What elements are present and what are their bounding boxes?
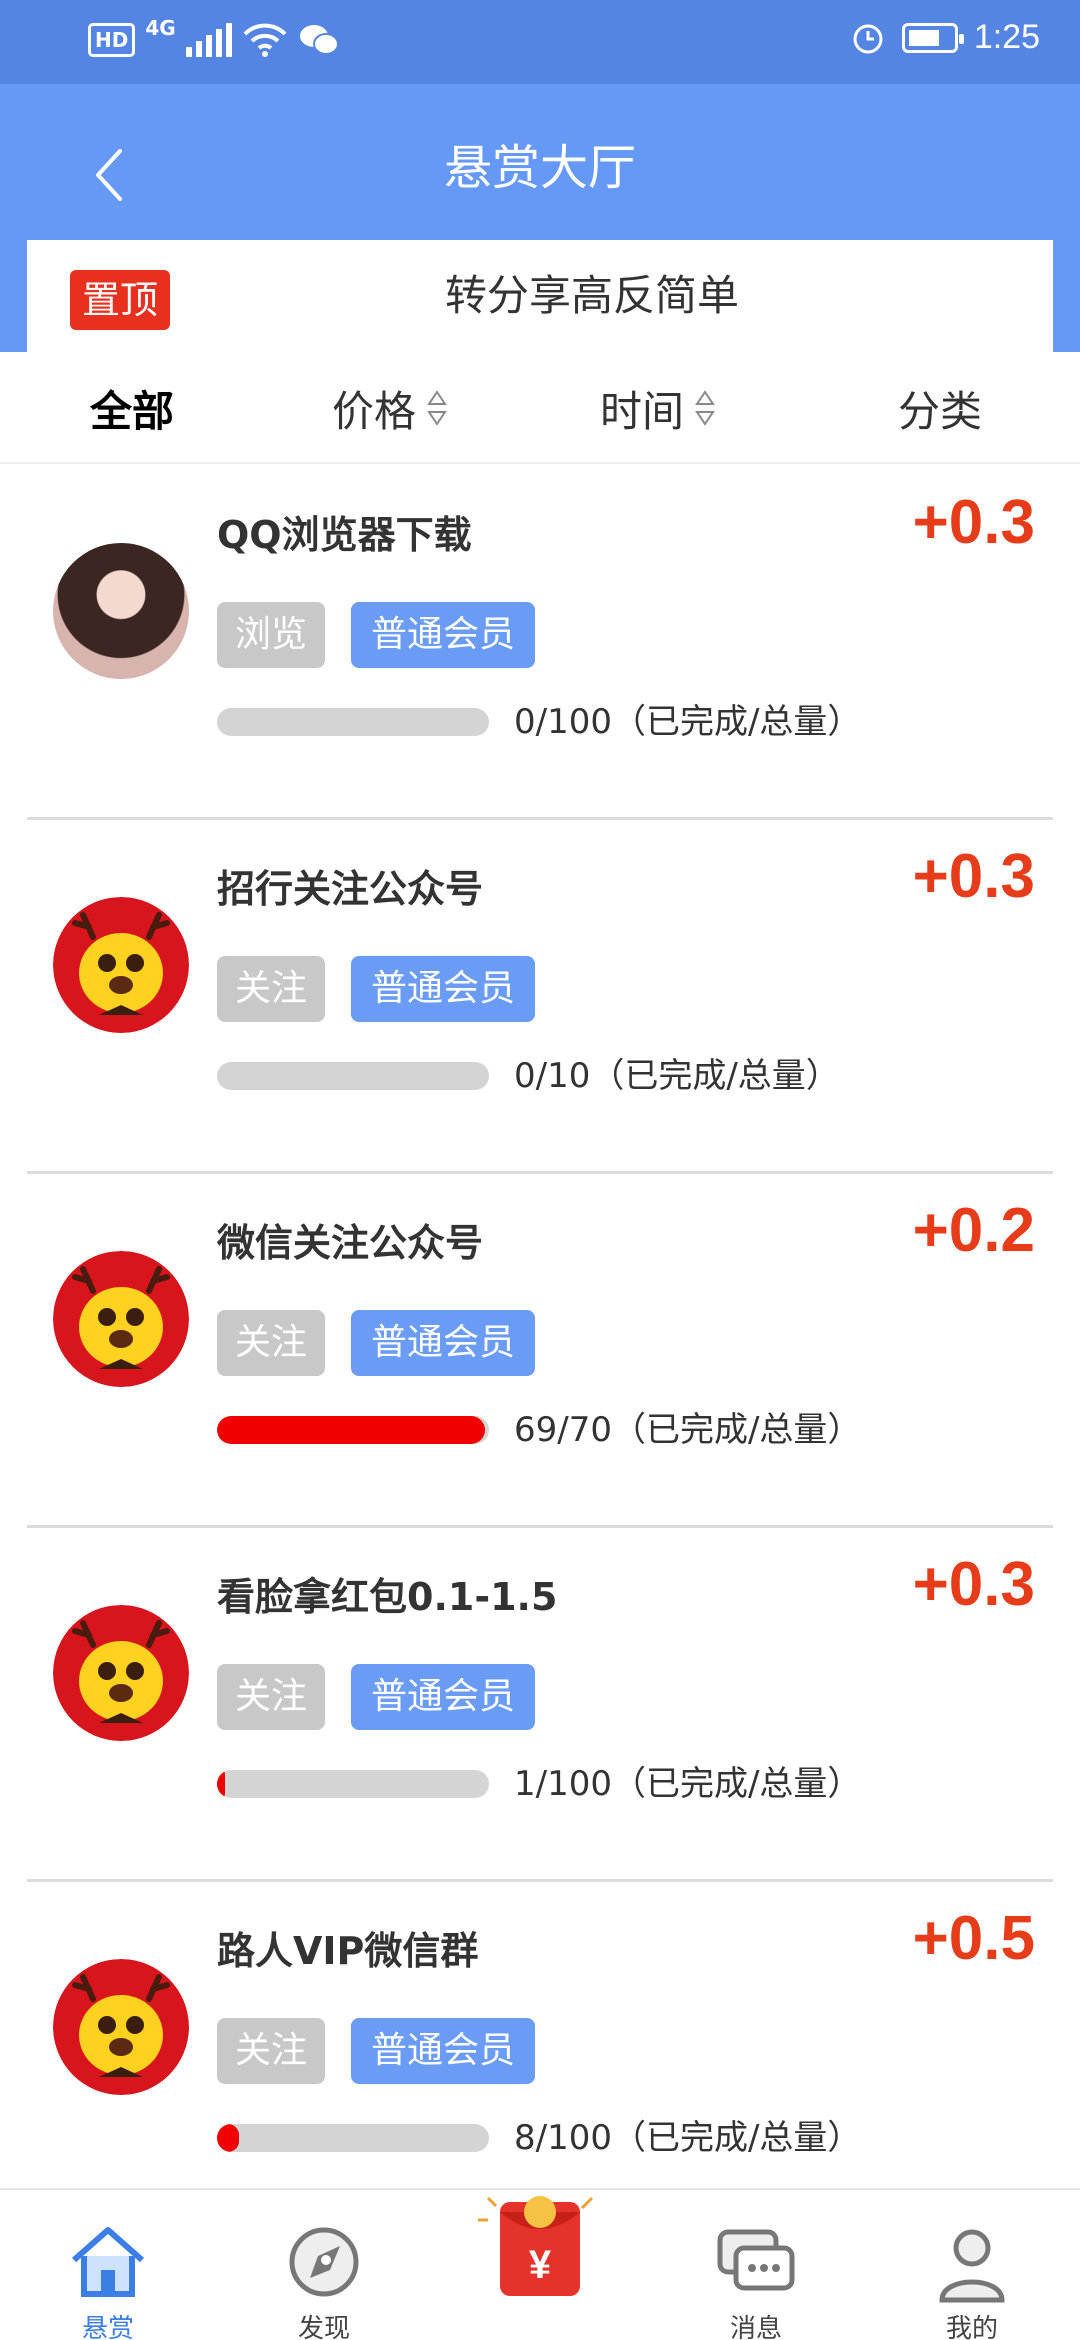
task-title: 招行关注公众号 (217, 867, 484, 911)
task-category-tag: 关注 (217, 956, 325, 1022)
wifi-icon (243, 23, 287, 57)
task-item[interactable]: 招行关注公众号 +0.3 关注 普通会员 0/10（已完成/总量） (27, 820, 1053, 1174)
task-category-tag: 浏览 (217, 602, 325, 668)
nav-messages[interactable]: 消息 (648, 2190, 864, 2340)
task-title: 微信关注公众号 (217, 1221, 484, 1265)
hd-icon: HD (88, 23, 136, 57)
pinned-banner[interactable]: 置顶 转分享高反简单 (27, 240, 1053, 352)
task-item[interactable]: QQ浏览器下载 +0.3 浏览 普通会员 0/100（已完成/总量） (27, 466, 1053, 820)
clock: 1:25 (973, 18, 1040, 56)
task-progress-text: 69/70（已完成/总量） (514, 1410, 862, 1450)
task-title: QQ浏览器下载 (217, 513, 472, 557)
signal-icon (185, 23, 232, 57)
task-progress-bar (217, 2124, 489, 2152)
task-category-tag: 关注 (217, 2018, 325, 2084)
task-progress-bar (217, 708, 489, 736)
status-bar: HD 4G 1:25 (0, 0, 1080, 84)
pinned-badge: 置顶 (70, 270, 170, 330)
nav-discover-label: 发现 (297, 2314, 350, 2340)
nav-me-label: 我的 (945, 2314, 998, 2340)
nav-me[interactable]: 我的 (864, 2190, 1080, 2340)
task-level-tag: 普通会员 (351, 602, 535, 668)
svg-text:¥: ¥ (529, 2243, 552, 2287)
task-progress-fill (217, 1416, 486, 1444)
compass-icon (289, 2227, 359, 2297)
task-reward: +0.3 (912, 1550, 1035, 1619)
tab-time[interactable]: 时间 (600, 378, 716, 438)
task-progress-text: 8/100（已完成/总量） (514, 2118, 862, 2158)
task-level-tag: 普通会员 (351, 956, 535, 1022)
task-level-tag: 普通会员 (351, 1310, 535, 1376)
task-level-tag: 普通会员 (351, 1664, 535, 1730)
task-progress-bar (217, 1062, 489, 1090)
task-item[interactable]: 微信关注公众号 +0.2 关注 普通会员 69/70（已完成/总量） (27, 1174, 1053, 1528)
task-progress-fill (217, 1770, 226, 1798)
tab-price-label: 价格 (332, 386, 417, 436)
deer-avatar-icon (53, 1959, 189, 2095)
nav-reward[interactable]: 悬赏 (0, 2190, 216, 2340)
tab-time-label: 时间 (600, 386, 685, 436)
red-packet-icon[interactable]: ¥ (470, 2190, 610, 2300)
deer-avatar-icon (53, 1605, 189, 1741)
nav-discover[interactable]: 发现 (216, 2190, 432, 2340)
status-right: 1:25 (850, 18, 1040, 57)
filter-bar: 全部 价格 时间 分类 (0, 352, 1080, 464)
battery-icon (901, 22, 964, 53)
task-title: 看脸拿红包0.1-1.5 (217, 1575, 558, 1619)
sort-icon (427, 390, 447, 426)
sort-icon (695, 390, 715, 426)
task-reward: +0.2 (912, 1196, 1035, 1265)
task-progress-bar (217, 1416, 489, 1444)
task-level-tag: 普通会员 (351, 2018, 535, 2084)
task-item[interactable]: 看脸拿红包0.1-1.5 +0.3 关注 普通会员 1/100（已完成/总量） (27, 1528, 1053, 1882)
chat-icon (717, 2229, 795, 2291)
task-category-tag: 关注 (217, 1664, 325, 1730)
user-icon (939, 2229, 1005, 2303)
alarm-icon (853, 24, 883, 53)
wechat-icon (299, 25, 339, 55)
house-icon (72, 2227, 144, 2297)
network-type: 4G (145, 16, 176, 40)
nav-messages-label: 消息 (729, 2314, 782, 2340)
task-progress-text: 0/10（已完成/总量） (514, 1056, 840, 1096)
tab-all[interactable]: 全部 (90, 378, 174, 438)
status-left: HD 4G (88, 16, 340, 60)
task-progress-text: 0/100（已完成/总量） (514, 702, 862, 742)
task-reward: +0.3 (912, 842, 1035, 911)
tab-price[interactable]: 价格 (332, 378, 448, 438)
task-title: 路人VIP微信群 (217, 1929, 479, 1973)
task-item[interactable]: 路人VIP微信群 +0.5 关注 普通会员 8/100（已完成/总量） (27, 1882, 1053, 2236)
page-title: 悬赏大厅 (443, 140, 636, 196)
nav-reward-label: 悬赏 (81, 2314, 134, 2340)
deer-avatar-icon (53, 897, 189, 1033)
tab-all-label: 全部 (90, 386, 175, 436)
task-reward: +0.3 (912, 488, 1035, 557)
pinned-text: 转分享高反简单 (444, 271, 739, 320)
tab-category-label: 分类 (898, 386, 983, 436)
task-progress-text: 1/100（已完成/总量） (514, 1764, 862, 1804)
task-reward: +0.5 (912, 1904, 1035, 1973)
task-category-tag: 关注 (217, 1310, 325, 1376)
task-progress-bar (217, 1770, 489, 1798)
task-progress-fill (217, 2124, 239, 2152)
tab-category[interactable]: 分类 (898, 378, 982, 438)
avatar-photo (53, 543, 189, 679)
deer-avatar-icon (53, 1251, 189, 1387)
